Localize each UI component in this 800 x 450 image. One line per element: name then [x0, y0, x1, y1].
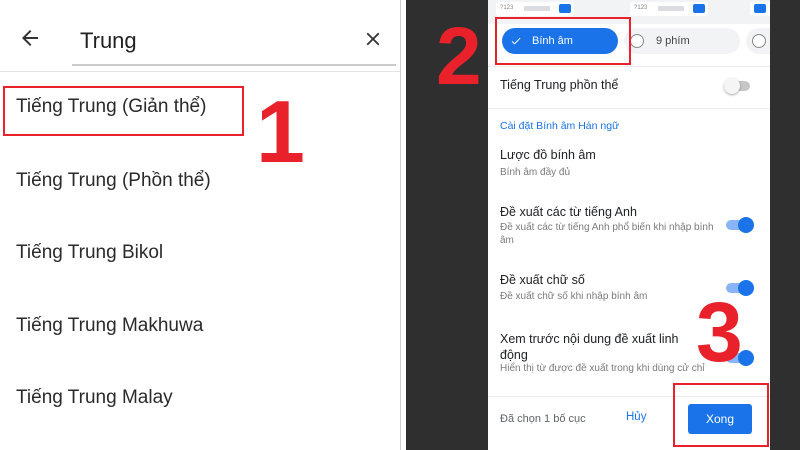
close-icon[interactable]: [362, 28, 384, 50]
language-item-makhuwa[interactable]: Tiếng Trung Makhuwa: [16, 315, 203, 337]
setting-digit-title: Đề xuất chữ số: [500, 273, 585, 287]
step-number-3: 3: [696, 285, 743, 379]
keyboard-preview-key: ?123: [500, 5, 514, 11]
layout-chip-label: 9 phím: [656, 35, 690, 47]
language-item-traditional[interactable]: Tiếng Trung (Phồn thể): [16, 170, 211, 192]
keyboard-preview-key: ?123: [634, 5, 648, 11]
setting-english-title: Đề xuất các từ tiếng Anh: [500, 205, 637, 219]
step-number-2: 2: [436, 11, 482, 102]
radio-icon: [630, 34, 644, 48]
enter-key-icon: [754, 4, 766, 13]
layout-chip-9key[interactable]: 9 phím: [624, 28, 740, 54]
language-search-screen: Trung Tiếng Trung (Giản thể) Tiếng Trung…: [0, 0, 400, 450]
highlight-box-step-3: [673, 383, 769, 447]
setting-english-subtitle: Đề xuất các từ tiếng Anh phổ biến khi nh…: [500, 222, 714, 246]
layout-chip-partial[interactable]: [746, 28, 770, 54]
language-item-malay[interactable]: Tiếng Trung Malay: [16, 387, 173, 409]
setting-digit-subtitle: Đề xuất chữ số khi nhập bính âm: [500, 291, 648, 302]
highlight-box-step-1: [3, 86, 244, 136]
cancel-button[interactable]: Hủy: [626, 411, 646, 423]
toggle-knob: [724, 78, 740, 94]
setting-preview-subtitle: Hiển thị từ được đề xuất trong khi dùng …: [500, 363, 705, 374]
keyboard-preview-9key[interactable]: ?123: [630, 2, 708, 16]
keyboard-preview-partial[interactable]: [750, 2, 770, 16]
divider-line: [488, 108, 770, 109]
setting-scheme-title[interactable]: Lược đồ bính âm: [500, 148, 596, 162]
language-item-bikol[interactable]: Tiếng Trung Bikol: [16, 242, 163, 264]
enter-key-icon: [559, 4, 571, 13]
setting-preview-title: Xem trước nội dung đề xuất linh động: [500, 332, 679, 362]
search-bar: Trung: [0, 0, 400, 72]
background-strip-right: [770, 0, 800, 450]
enter-key-icon: [693, 4, 705, 13]
setting-scheme-subtitle: Bính âm đầy đủ: [500, 167, 571, 178]
divider-line: [488, 66, 770, 67]
keyboard-preview-pinyin[interactable]: ?123: [496, 2, 574, 16]
selected-layout-count: Đã chọn 1 bố cục: [500, 413, 586, 425]
section-heading-pinyin: Cài đặt Bính âm Hán ngữ: [500, 120, 620, 132]
search-input[interactable]: Trung: [80, 28, 137, 54]
highlight-box-step-2: [495, 17, 631, 65]
back-arrow-icon[interactable]: [18, 26, 42, 50]
keyboard-preview-bar: [658, 6, 684, 11]
screenshot-frame: Trung Tiếng Trung (Giản thể) Tiếng Trung…: [0, 0, 800, 450]
search-underline: [72, 64, 396, 66]
english-suggest-toggle[interactable]: [726, 217, 754, 233]
step-number-1: 1: [256, 82, 305, 181]
traditional-toggle[interactable]: [724, 78, 752, 94]
setting-traditional-title: Tiếng Trung phồn thể: [500, 78, 619, 92]
radio-icon: [752, 34, 766, 48]
toggle-knob: [738, 217, 754, 233]
keyboard-preview-bar: [524, 6, 550, 11]
